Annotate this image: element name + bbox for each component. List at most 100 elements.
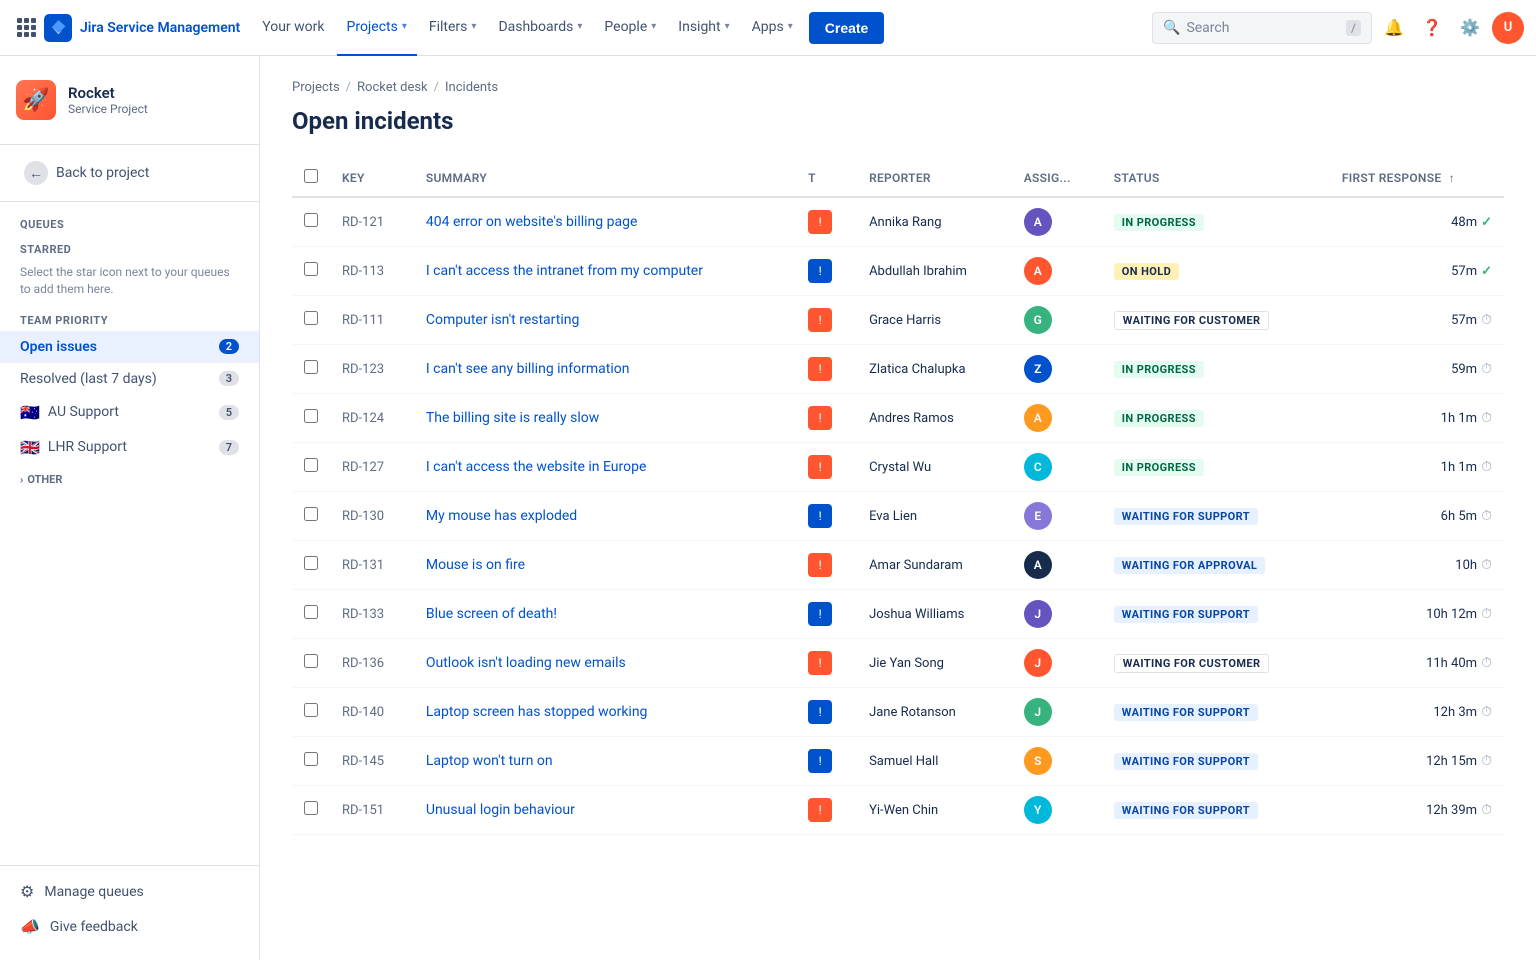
row-checkbox[interactable] (304, 752, 318, 766)
row-checkbox[interactable] (304, 311, 318, 325)
row-checkbox[interactable] (304, 605, 318, 619)
sidebar-item-au-support[interactable]: 🇦🇺 AU Support 5 (0, 395, 259, 430)
row-status: WAITING FOR SUPPORT (1102, 737, 1330, 786)
notifications-button[interactable]: 🔔 (1378, 12, 1410, 44)
starred-helper-text: Select the star icon next to your queues… (0, 260, 259, 306)
col-header-assignee: Assig... (1012, 159, 1102, 197)
row-checkbox[interactable] (304, 213, 318, 227)
status-badge: WAITING FOR SUPPORT (1114, 606, 1258, 623)
row-checkbox[interactable] (304, 556, 318, 570)
summary-link[interactable]: I can't access the website in Europe (426, 459, 647, 475)
user-avatar[interactable]: U (1492, 12, 1524, 44)
summary-link[interactable]: I can't access the intranet from my comp… (426, 263, 703, 279)
row-reporter: Crystal Wu (857, 443, 1012, 492)
breadcrumb: Projects / Rocket desk / Incidents (292, 80, 1504, 95)
row-reporter: Eva Lien (857, 492, 1012, 541)
summary-link[interactable]: Blue screen of death! (426, 606, 557, 622)
summary-link[interactable]: I can't see any billing information (426, 361, 630, 377)
sidebar-item-lhr-support[interactable]: 🇬🇧 LHR Support 7 (0, 430, 259, 465)
summary-link[interactable]: My mouse has exploded (426, 508, 577, 524)
summary-link[interactable]: Mouse is on fire (426, 557, 525, 573)
summary-link[interactable]: Outlook isn't loading new emails (426, 655, 626, 671)
nav-item-people[interactable]: People ▾ (594, 0, 666, 56)
type-icon: ! (808, 553, 832, 577)
nav-item-your-work[interactable]: Your work (252, 0, 334, 56)
nav-item-apps[interactable]: Apps ▾ (742, 0, 803, 56)
row-checkbox[interactable] (304, 654, 318, 668)
help-button[interactable]: ❓ (1416, 12, 1448, 44)
settings-button[interactable]: ⚙️ (1454, 12, 1486, 44)
assignee-avatar: S (1024, 747, 1052, 775)
give-feedback-button[interactable]: 📣 Give feedback (0, 909, 259, 944)
row-checkbox[interactable] (304, 507, 318, 521)
row-assignee: Z (1012, 345, 1102, 394)
summary-link[interactable]: Computer isn't restarting (426, 312, 579, 328)
sidebar-divider-3 (0, 865, 259, 866)
row-checkbox-cell (292, 345, 330, 394)
row-checkbox[interactable] (304, 703, 318, 717)
row-checkbox[interactable] (304, 360, 318, 374)
status-badge: WAITING FOR SUPPORT (1114, 704, 1258, 721)
row-checkbox[interactable] (304, 409, 318, 423)
back-to-project-button[interactable]: ← Back to project (8, 153, 251, 193)
row-summary: I can't access the website in Europe (414, 443, 796, 492)
summary-link[interactable]: Laptop won't turn on (426, 753, 553, 769)
select-all-checkbox[interactable] (304, 169, 318, 183)
project-name: Rocket (68, 84, 148, 102)
response-time-value: 59m (1451, 362, 1477, 377)
row-checkbox[interactable] (304, 262, 318, 276)
row-type: ! (796, 737, 857, 786)
nav-item-insight[interactable]: Insight ▾ (668, 0, 739, 56)
response-clock-icon: ⏱ (1481, 753, 1492, 769)
status-badge: IN PROGRESS (1114, 361, 1204, 378)
manage-queues-button[interactable]: ⚙ Manage queues (0, 874, 259, 909)
row-checkbox-cell (292, 197, 330, 247)
search-box[interactable]: 🔍 Search / (1152, 12, 1372, 44)
select-all-header (292, 159, 330, 197)
row-status: IN PROGRESS (1102, 345, 1330, 394)
col-header-status: Status (1102, 159, 1330, 197)
row-status: WAITING FOR SUPPORT (1102, 590, 1330, 639)
summary-link[interactable]: Laptop screen has stopped working (426, 704, 648, 720)
nav-right-area: 🔍 Search / 🔔 ❓ ⚙️ U (1152, 12, 1524, 44)
row-assignee: Y (1012, 786, 1102, 835)
nav-item-filters[interactable]: Filters ▾ (419, 0, 487, 56)
summary-link[interactable]: 404 error on website's billing page (426, 214, 638, 230)
row-summary: 404 error on website's billing page (414, 197, 796, 247)
response-clock-icon: ⏱ (1481, 557, 1492, 573)
create-button[interactable]: Create (809, 12, 885, 44)
app-logo[interactable]: Jira Service Management (44, 14, 240, 42)
sidebar-item-resolved[interactable]: Resolved (last 7 days) 3 (0, 363, 259, 395)
breadcrumb-projects[interactable]: Projects (292, 80, 340, 95)
row-checkbox[interactable] (304, 458, 318, 472)
table-row: RD-140 Laptop screen has stopped working… (292, 688, 1504, 737)
assignee-avatar: C (1024, 453, 1052, 481)
type-icon: ! (808, 210, 832, 234)
summary-link[interactable]: The billing site is really slow (426, 410, 599, 426)
row-checkbox[interactable] (304, 801, 318, 815)
breadcrumb-rocket-desk[interactable]: Rocket desk (357, 80, 428, 95)
row-reporter: Amar Sundaram (857, 541, 1012, 590)
row-response: 1h 1m ⏱ (1330, 443, 1504, 492)
jira-logo-icon (44, 14, 72, 42)
row-response: 48m ✓ (1330, 197, 1504, 247)
row-response: 12h 3m ⏱ (1330, 688, 1504, 737)
app-brand-label: Jira Service Management (80, 20, 240, 36)
sidebar-item-open-issues[interactable]: Open issues 2 (0, 331, 259, 363)
other-section-toggle[interactable]: › Other (0, 465, 259, 494)
nav-item-dashboards[interactable]: Dashboards ▾ (488, 0, 592, 56)
row-reporter: Zlatica Chalupka (857, 345, 1012, 394)
summary-link[interactable]: Unusual login behaviour (426, 802, 575, 818)
status-badge: WAITING FOR CUSTOMER (1114, 311, 1270, 330)
row-type: ! (796, 492, 857, 541)
grid-menu-button[interactable] (12, 14, 40, 42)
row-type: ! (796, 541, 857, 590)
row-reporter: Grace Harris (857, 296, 1012, 345)
col-header-first-response[interactable]: First response ↑ (1330, 159, 1504, 197)
table-row: RD-111 Computer isn't restarting ! Grace… (292, 296, 1504, 345)
assignee-avatar: A (1024, 551, 1052, 579)
row-type: ! (796, 345, 857, 394)
row-response: 6h 5m ⏱ (1330, 492, 1504, 541)
nav-item-projects[interactable]: Projects ▾ (337, 0, 417, 56)
table-row: RD-124 The billing site is really slow !… (292, 394, 1504, 443)
